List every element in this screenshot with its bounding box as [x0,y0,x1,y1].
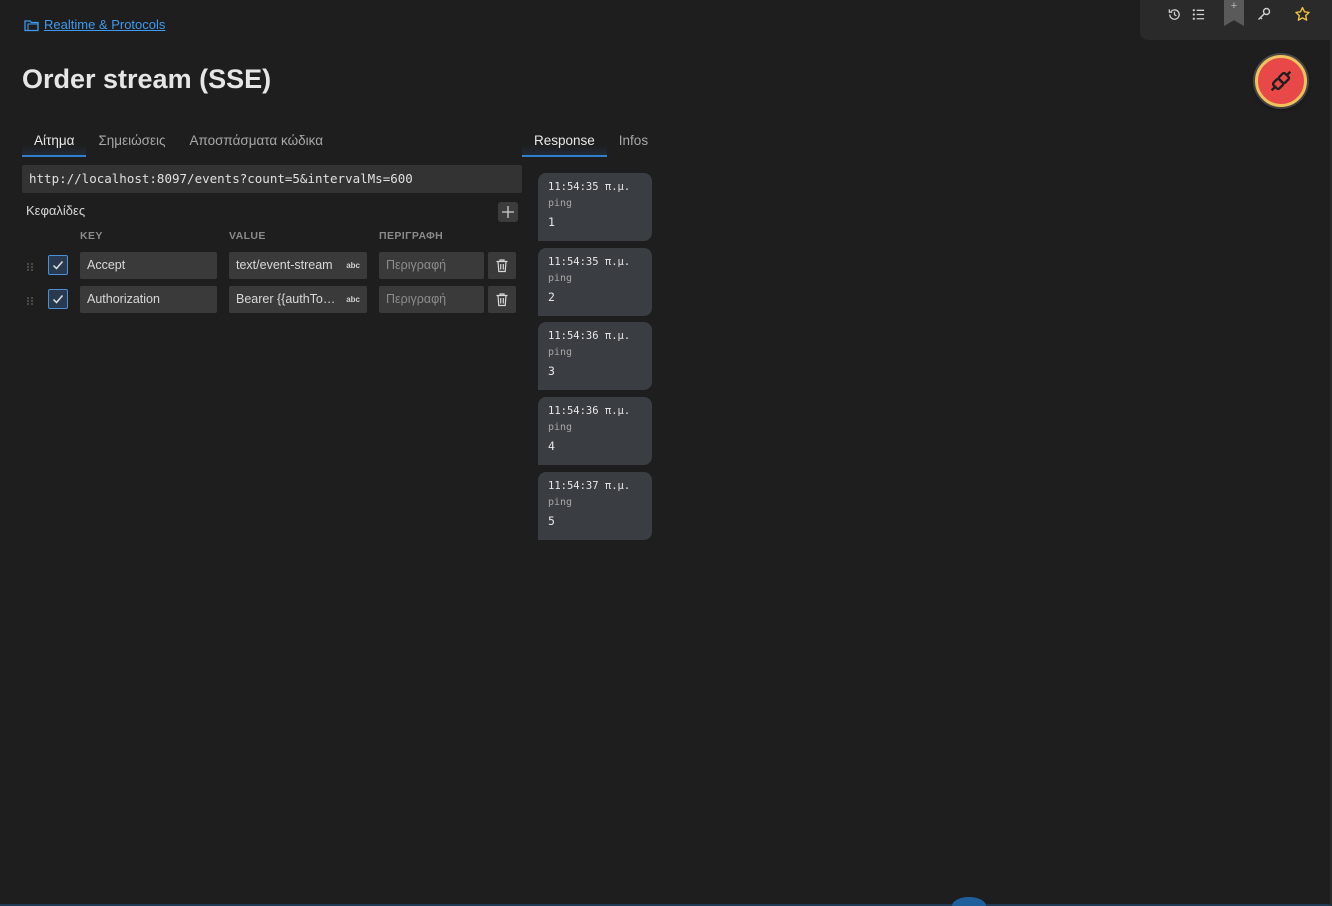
bookmark-icon[interactable]: + [1224,0,1244,26]
trash-icon [496,293,508,307]
sse-event: 11:54:37 π.μ. ping 5 [538,472,652,540]
plug-icon [1270,70,1292,92]
header-value-text: Bearer {{authToken}} [236,292,352,306]
header-row: Accept text/event-stream abc Περιγραφή [22,252,522,280]
check-icon [52,295,64,304]
header-value-text: text/event-stream [236,258,333,272]
add-header-button[interactable] [498,202,518,222]
header-enabled-checkbox[interactable] [48,289,68,309]
event-type: ping [548,198,573,209]
headers-label: Κεφαλίδες [26,203,86,218]
key-icon[interactable] [1255,5,1273,23]
event-type: ping [548,347,573,358]
column-value: VALUE [229,230,266,242]
event-data: 2 [548,290,555,304]
event-time: 11:54:36 π.μ. [548,330,631,342]
sse-event: 11:54:35 π.μ. ping 2 [538,248,652,316]
tab-request[interactable]: Αίτημα [22,130,87,157]
drag-handle-icon[interactable] [26,294,34,306]
header-key-input[interactable]: Authorization [80,286,217,313]
sse-event: 11:54:35 π.μ. ping 1 [538,173,652,241]
header-description-input[interactable]: Περιγραφή [379,252,484,279]
header-value-input[interactable]: text/event-stream abc [229,252,367,279]
header-enabled-checkbox[interactable] [48,255,68,275]
event-type: ping [548,422,573,433]
sse-event: 11:54:36 π.μ. ping 4 [538,397,652,465]
status-indicator [952,897,986,906]
toolbar: + [1140,0,1330,40]
drag-handle-icon[interactable] [26,260,34,272]
page: Realtime & Protocols Order stream (SSE) … [0,0,1332,906]
event-data: 4 [548,439,555,453]
tab-response[interactable]: Response [522,130,607,157]
page-title: Order stream (SSE) [22,64,272,94]
delete-header-button[interactable] [488,286,516,313]
header-key-input[interactable]: Accept [80,252,217,279]
value-type-badge[interactable]: abc [346,252,360,279]
trash-icon [496,259,508,273]
list-icon[interactable] [1189,5,1207,23]
history-icon[interactable] [1165,5,1183,23]
tab-code-snippets[interactable]: Αποσπάσματα κώδικα [177,130,335,157]
header-value-input[interactable]: Bearer {{authToken}} abc [229,286,367,313]
request-tabs: Αίτημα Σημειώσεις Αποσπάσματα κώδικα [22,130,335,157]
event-type: ping [548,273,573,284]
event-data: 5 [548,514,555,528]
delete-header-button[interactable] [488,252,516,279]
event-data: 3 [548,364,555,378]
value-type-badge[interactable]: abc [346,286,360,313]
header-description-input[interactable]: Περιγραφή [379,286,484,313]
folder-icon [24,18,40,32]
column-key: KEY [80,230,103,242]
disconnect-button[interactable] [1255,55,1307,107]
tab-infos[interactable]: Infos [607,130,660,157]
response-tabs: Response Infos [522,130,660,157]
tab-notes[interactable]: Σημειώσεις [86,130,177,157]
breadcrumb-link[interactable]: Realtime & Protocols [44,17,165,32]
bookmark-plus: + [1230,0,1238,12]
url-input[interactable]: http://localhost:8097/events?count=5&int… [22,165,522,193]
column-description: ΠΕΡΙΓΡΑΦΗ [379,230,444,242]
event-data: 1 [548,215,555,229]
plus-icon [502,206,514,218]
check-icon [52,261,64,270]
breadcrumb: Realtime & Protocols [24,17,165,32]
header-row: Authorization Bearer {{authToken}} abc Π… [22,286,522,314]
event-time: 11:54:37 π.μ. [548,480,631,492]
event-time: 11:54:35 π.μ. [548,181,631,193]
event-time: 11:54:35 π.μ. [548,256,631,268]
event-time: 11:54:36 π.μ. [548,405,631,417]
event-type: ping [548,497,573,508]
sse-event: 11:54:36 π.μ. ping 3 [538,322,652,390]
star-icon[interactable] [1293,5,1311,23]
